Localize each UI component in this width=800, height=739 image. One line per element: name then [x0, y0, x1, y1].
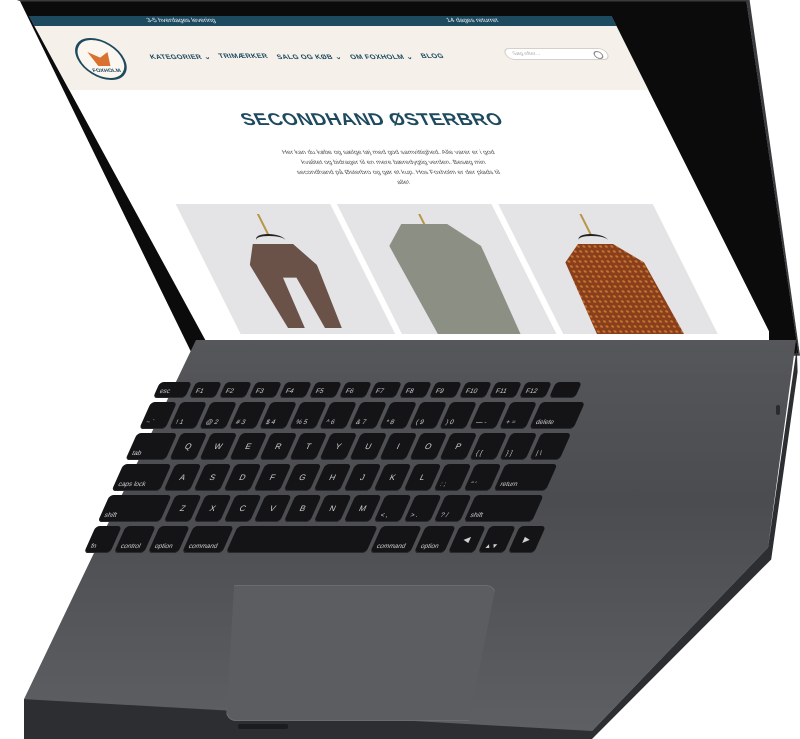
key-blank[interactable]	[225, 526, 378, 553]
key-delete[interactable]: delete	[529, 402, 586, 429]
search-input[interactable]: Søg efter...	[501, 48, 611, 60]
logo-text: FOXHOLM	[91, 68, 123, 74]
main-nav: KATEGORIER ⌄ TRIMÆRKER SALG OG KØB ⌄ OM …	[148, 53, 446, 61]
intro-text: Her kan du købe og sælge tøj med god sam…	[281, 150, 502, 186]
key-f12[interactable]: F12	[518, 382, 552, 398]
nav-salg-og-koeb[interactable]: SALG OG KØB ⌄	[275, 53, 344, 61]
key-f6[interactable]: F6	[338, 382, 372, 398]
keyboard: esc F1 F2 F3 F4 F5 F6 F7 F8 F9 F10 F11 F12 ~ `! 1 @ 2…	[67, 382, 720, 592]
nav-om-foxholm[interactable]: OM FOXHOLM ⌄	[348, 53, 415, 61]
return-note: 14 dages returret	[445, 18, 500, 24]
key-f4[interactable]: F4	[278, 382, 312, 398]
side-port	[776, 405, 780, 415]
page-title: SECONDHAND ØSTERBRO	[237, 110, 507, 129]
key-f10[interactable]: F10	[458, 382, 492, 398]
key-f3[interactable]: F3	[248, 382, 282, 398]
key-caps-lock[interactable]: caps lock	[111, 464, 172, 491]
patterned-dress-image	[552, 244, 685, 334]
front-notch	[238, 724, 288, 729]
fox-icon	[87, 52, 114, 66]
key-shift[interactable]: shift	[463, 495, 544, 522]
key-f5[interactable]: F5	[308, 382, 342, 398]
nav-blog[interactable]: BLOG	[420, 53, 446, 61]
key-command[interactable]: command	[369, 526, 422, 553]
key-command[interactable]: command	[181, 526, 234, 553]
key--[interactable]: | \	[529, 433, 572, 460]
key-f7[interactable]: F7	[368, 382, 402, 398]
brown-cardigan-image	[239, 244, 348, 328]
trackpad[interactable]	[226, 585, 496, 721]
laptop-lid: 3-5 hverdages levering 14 dages returret…	[0, 0, 800, 380]
search-placeholder: Søg efter...	[511, 51, 542, 57]
key-f9[interactable]: F9	[428, 382, 462, 398]
foxholm-logo[interactable]: FOXHOLM	[66, 38, 135, 80]
nav-trimaerker[interactable]: TRIMÆRKER	[217, 53, 270, 61]
key-f8[interactable]: F8	[398, 382, 432, 398]
grey-fur-coat-image	[378, 224, 525, 334]
key-return[interactable]: return	[493, 464, 558, 491]
key-esc[interactable]: esc	[152, 382, 192, 398]
site-header: FOXHOLM KATEGORIER ⌄ TRIMÆRKER SALG OG K…	[34, 26, 649, 90]
shipping-note: 3-5 hverdages levering	[145, 18, 218, 24]
key-shift[interactable]: shift	[97, 495, 172, 522]
hanger-hook	[256, 214, 271, 236]
hanger-hook	[579, 214, 593, 236]
key-blank[interactable]	[548, 382, 582, 398]
website-screen: 3-5 hverdages levering 14 dages returret…	[29, 16, 769, 356]
announcement-bar: 3-5 hverdages levering 14 dages returret	[29, 16, 617, 26]
product-grid	[123, 204, 769, 334]
screen-viewport: 3-5 hverdages levering 14 dages returret…	[29, 16, 769, 356]
key-f2[interactable]: F2	[218, 382, 252, 398]
key-f1[interactable]: F1	[188, 382, 222, 398]
nav-kategorier[interactable]: KATEGORIER ⌄	[148, 53, 213, 61]
key-f11[interactable]: F11	[488, 382, 522, 398]
search-icon[interactable]	[591, 51, 605, 59]
key-tab[interactable]: tab	[125, 433, 178, 460]
